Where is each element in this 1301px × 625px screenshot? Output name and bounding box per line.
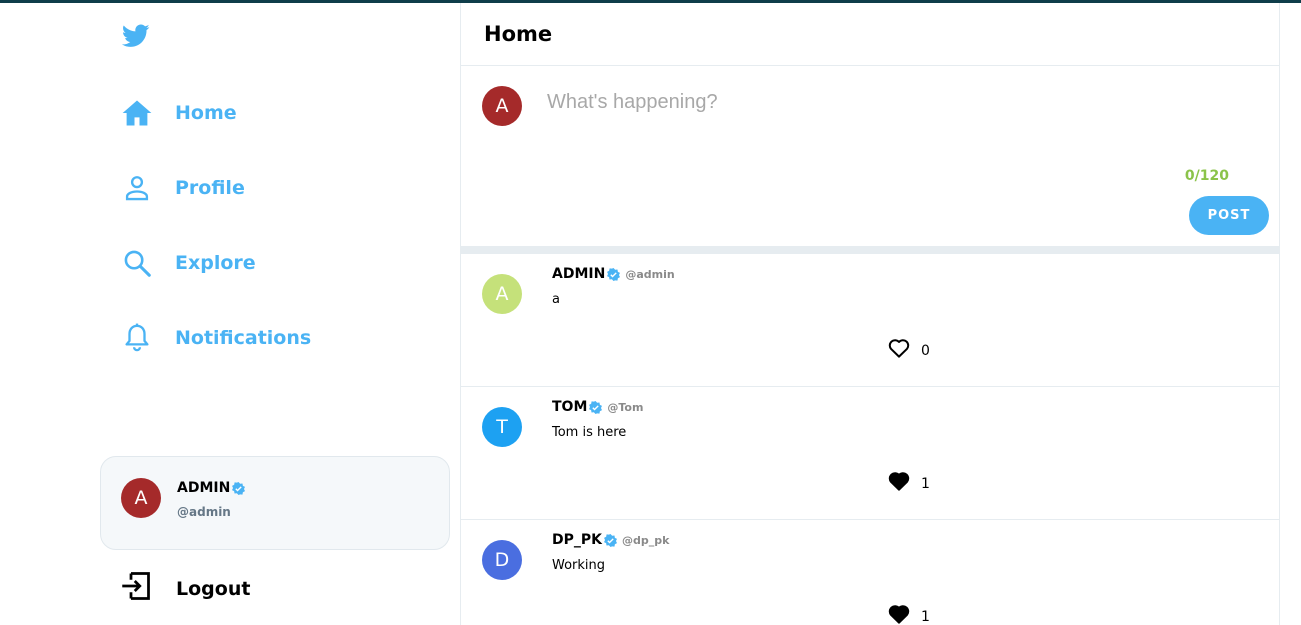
avatar: D: [482, 540, 522, 580]
tweet-item[interactable]: A ADMIN @admin a 0: [461, 254, 1279, 387]
char-counter: 0/120: [1184, 168, 1229, 184]
tweet-text: a: [552, 292, 560, 307]
bell-icon: [121, 322, 153, 354]
nav-label-notifications: Notifications: [175, 327, 312, 349]
nav-label-profile: Profile: [175, 177, 245, 199]
nav-item-home[interactable]: Home: [121, 97, 237, 129]
tweet-header: DP_PK @dp_pk: [552, 532, 669, 548]
avatar: A: [482, 274, 522, 314]
main-header: Home: [461, 3, 1279, 66]
like-button[interactable]: 0: [888, 338, 930, 363]
sidebar: Home Profile Explore Notifications A ADM…: [0, 0, 460, 625]
nav-label-explore: Explore: [175, 252, 256, 274]
twitter-logo-icon[interactable]: [121, 24, 150, 48]
like-button[interactable]: 1: [888, 604, 930, 625]
like-button[interactable]: 1: [888, 471, 930, 496]
main-column: Home A 0/120 POST A ADMIN @admin a 0 T T…: [460, 3, 1280, 625]
tweet-header: ADMIN @admin: [552, 266, 675, 282]
tweet-header: TOM @Tom: [552, 399, 643, 415]
tweet-author-handle: @Tom: [607, 400, 644, 414]
verified-badge-icon: [232, 481, 246, 495]
logout-label: Logout: [176, 577, 251, 600]
heart-icon: [888, 471, 910, 496]
tweet-author-handle: @dp_pk: [622, 533, 670, 547]
heart-icon: [888, 604, 910, 625]
account-handle: @admin: [177, 505, 231, 519]
avatar: A: [121, 478, 161, 518]
page-title: Home: [484, 22, 553, 46]
verified-badge-icon: [589, 400, 603, 414]
tweet-author-handle: @admin: [625, 267, 675, 281]
tweet-author-name: DP_PK: [552, 532, 602, 548]
avatar: T: [482, 407, 522, 447]
home-icon: [121, 97, 153, 129]
logout-icon: [121, 572, 151, 605]
nav-item-notifications[interactable]: Notifications: [121, 322, 311, 354]
tweet-text: Tom is here: [552, 425, 627, 440]
tweet-author-name: ADMIN: [552, 266, 606, 282]
post-button[interactable]: POST: [1189, 196, 1269, 235]
tweet-composer: A 0/120 POST: [461, 66, 1279, 246]
logout-button[interactable]: Logout: [121, 572, 250, 605]
tweet-list: A ADMIN @admin a 0 T TOM @Tom Tom is her…: [461, 254, 1279, 625]
account-card[interactable]: A ADMIN @admin: [100, 456, 450, 550]
tweet-item[interactable]: D DP_PK @dp_pk Working 1: [461, 520, 1279, 625]
section-divider: [461, 246, 1279, 254]
account-name: ADMIN: [177, 480, 231, 496]
nav-item-profile[interactable]: Profile: [121, 172, 245, 204]
like-count: 1: [921, 475, 930, 492]
avatar: A: [482, 86, 522, 126]
verified-badge-icon: [607, 267, 621, 281]
person-icon: [121, 172, 153, 204]
nav-label-home: Home: [175, 102, 237, 124]
nav-item-explore[interactable]: Explore: [121, 247, 256, 279]
tweet-text: Working: [552, 558, 606, 573]
verified-badge-icon: [604, 533, 617, 547]
heart-icon: [888, 338, 910, 363]
like-count: 1: [921, 608, 930, 625]
compose-input[interactable]: [547, 91, 1247, 114]
account-name-row: ADMIN: [177, 480, 246, 496]
tweet-item[interactable]: T TOM @Tom Tom is here 1: [461, 387, 1279, 520]
search-icon: [121, 247, 153, 279]
like-count: 0: [921, 342, 930, 359]
tweet-author-name: TOM: [552, 399, 588, 415]
